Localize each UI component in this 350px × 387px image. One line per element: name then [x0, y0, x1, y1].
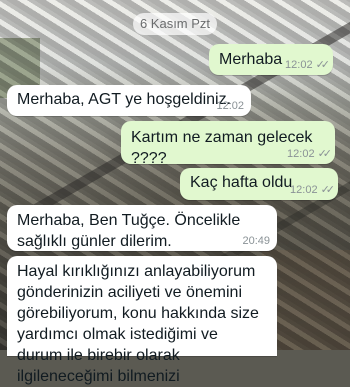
- message-time: 12:02: [287, 148, 315, 160]
- message-bubble-incoming[interactable]: Merhaba, AGT ye hoşgeldiniz. 12:02: [7, 85, 251, 116]
- message-bubble-outgoing[interactable]: Kaç hafta oldu 12:02 ✓✓: [180, 168, 338, 200]
- message-meta: 12:02 ✓✓: [290, 184, 336, 196]
- date-chip: 6 Kasım Pzt: [133, 13, 217, 35]
- message-time: 12:02: [216, 100, 244, 112]
- message-meta: 12:02: [216, 100, 244, 112]
- message-bubble-incoming[interactable]: Merhaba, Ben Tuğçe. Öncelikle sağlıklı g…: [7, 205, 277, 251]
- message-bubble-outgoing[interactable]: Merhaba 12:02 ✓✓: [209, 44, 333, 75]
- message-bubble-incoming[interactable]: Hayal kırıklığınızı anlayabiliyorum gönd…: [7, 256, 277, 385]
- message-time: 12:02: [285, 59, 313, 71]
- message-meta: 20:49: [242, 235, 270, 247]
- double-check-icon: ✓✓: [317, 148, 333, 160]
- message-meta: 12:02 ✓✓: [287, 148, 333, 160]
- message-bubble-outgoing[interactable]: Kartım ne zaman gelecek ???? 12:02 ✓✓: [121, 121, 335, 167]
- message-time: 20:49: [242, 235, 270, 247]
- message-text: Hayal kırıklığınızı anlayabiliyorum gönd…: [17, 263, 259, 385]
- message-text: Merhaba, Ben Tuğçe. Öncelikle sağlıklı g…: [17, 212, 241, 250]
- message-meta: 12:02 ✓✓: [285, 59, 331, 71]
- double-check-icon: ✓✓: [315, 59, 331, 71]
- message-text: Merhaba, AGT ye hoşgeldiniz.: [17, 91, 232, 108]
- double-check-icon: ✓✓: [320, 184, 336, 196]
- message-time: 12:02: [290, 184, 318, 196]
